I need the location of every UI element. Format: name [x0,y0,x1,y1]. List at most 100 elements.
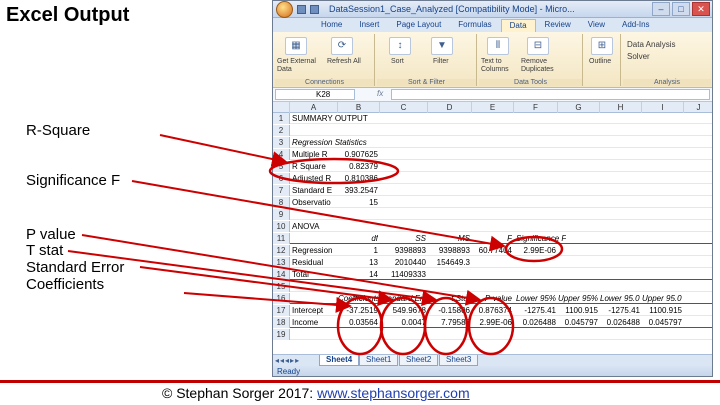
sheet-tab-sheet4[interactable]: Sheet4 [319,355,360,366]
cell[interactable]: Total [292,269,336,280]
cell[interactable]: 0.026488 [600,317,640,328]
cell[interactable]: 154649.3 [428,257,470,268]
cell[interactable]: SS [380,233,426,244]
cell[interactable]: 0.045797 [558,317,598,328]
cell[interactable]: Intercept [292,305,336,316]
spreadsheet-grid[interactable]: A B C D E F G H I J 1 SUMMARY OUTPUT 2 3R… [273,102,712,354]
row-number[interactable]: 8 [273,197,290,208]
row-number[interactable]: 18 [273,317,290,328]
column-header[interactable]: G [558,102,600,113]
cell[interactable]: Observatio [292,197,336,208]
cell[interactable]: 1 [338,245,378,256]
cell[interactable]: 0.907625 [338,149,378,160]
cell[interactable]: 2.99E-06 [472,317,512,328]
close-button[interactable]: ✕ [692,2,710,16]
tab-review[interactable]: Review [537,19,579,32]
cell[interactable]: Regression [292,245,336,256]
cell[interactable]: 0.0047 [380,317,426,328]
tab-view[interactable]: View [580,19,613,32]
cell[interactable]: Coefficients [338,293,378,304]
row-number[interactable]: 15 [273,281,290,292]
tab-page-layout[interactable]: Page Layout [388,19,449,32]
cell[interactable]: Regression Statistics [292,137,378,148]
row-number[interactable]: 10 [273,221,290,232]
cell[interactable]: R Square [292,161,336,172]
text-to-columns-icon[interactable]: ⫴ [487,37,509,55]
cell[interactable]: 0.82379 [338,161,378,172]
cell[interactable]: MS [428,233,470,244]
row-number[interactable]: 16 [273,293,290,304]
cell[interactable]: 11409333 [380,269,426,280]
cell[interactable]: 1100.915 [642,305,682,316]
tab-home[interactable]: Home [313,19,350,32]
cell[interactable]: 0.026488 [514,317,556,328]
column-header[interactable]: J [684,102,712,113]
row-number[interactable]: 12 [273,245,290,256]
cell[interactable]: P-value [472,293,512,304]
formula-input[interactable] [391,89,710,100]
refresh-all-icon[interactable]: ⟳ [331,37,353,55]
remove-duplicates-label[interactable]: Remove Duplicates [521,58,561,74]
cell[interactable]: -1275.41 [514,305,556,316]
cell[interactable]: 0.876374 [472,305,512,316]
row-number[interactable]: 4 [273,149,290,160]
row-number[interactable]: 3 [273,137,290,148]
cell[interactable]: df [338,233,378,244]
cell[interactable]: -0.15806 [428,305,470,316]
name-box[interactable]: K28 [275,89,355,100]
data-analysis-button[interactable]: Data Analysis [627,40,675,49]
cell[interactable]: 7.79586 [428,317,470,328]
cell[interactable]: 393.2547 [338,185,378,196]
row-number[interactable]: 17 [273,305,290,316]
maximize-button[interactable]: □ [672,2,690,16]
row-number[interactable]: 1 [273,113,290,124]
row-number[interactable]: 2 [273,125,290,136]
fx-icon[interactable]: fx [377,89,383,98]
cell[interactable]: Upper 95% [558,293,598,304]
sort-icon[interactable]: ↕ [389,37,411,55]
cell[interactable]: t Stat [428,293,470,304]
sheet-tab-sheet1[interactable]: Sheet1 [359,355,399,366]
row-number[interactable]: 9 [273,209,290,220]
row-number[interactable]: 13 [273,257,290,268]
column-header[interactable]: F [514,102,558,113]
save-icon[interactable] [297,4,306,14]
cell[interactable]: 15 [338,197,378,208]
cell[interactable]: 13 [338,257,378,268]
cell[interactable]: Upper 95.0% [642,293,682,304]
outline-label[interactable]: Outline [589,58,611,65]
office-button-icon[interactable] [276,1,293,18]
column-header[interactable]: A [290,102,338,113]
outline-icon[interactable]: ⊞ [591,37,613,55]
cell[interactable]: 2.99E-06 [514,245,556,256]
footer-link[interactable]: www.stephansorger.com [317,385,470,401]
row-number[interactable]: 7 [273,185,290,196]
text-to-columns-label[interactable]: Text to Columns [481,58,517,74]
cell[interactable]: Residual [292,257,336,268]
column-header[interactable]: H [600,102,642,113]
tab-data[interactable]: Data [500,19,536,32]
cell[interactable]: Lower 95% [514,293,556,304]
filter-icon[interactable]: ▼ [431,37,453,55]
get-external-data-label[interactable]: Get External Data [277,58,317,74]
cell[interactable]: Multiple R [292,149,336,160]
get-external-data-icon[interactable]: ▦ [285,37,307,55]
tab-insert[interactable]: Insert [351,19,387,32]
cell[interactable]: 0.045797 [642,317,682,328]
column-header[interactable]: C [380,102,428,113]
cell[interactable]: 2010440 [380,257,426,268]
row-number[interactable]: 19 [273,329,290,340]
minimize-button[interactable]: – [652,2,670,16]
filter-label[interactable]: Filter [433,58,449,65]
cell[interactable]: Standard Error [380,293,426,304]
cell[interactable]: Adjusted R [292,173,336,184]
cell[interactable]: 0.03564 [338,317,378,328]
select-all-corner[interactable] [273,102,290,113]
cell[interactable]: 9398893 [428,245,470,256]
column-header[interactable]: E [472,102,514,113]
solver-button[interactable]: Solver [627,52,650,61]
remove-duplicates-icon[interactable]: ⊟ [527,37,549,55]
column-header[interactable]: D [428,102,472,113]
row-number[interactable]: 5 [273,161,290,172]
cell[interactable]: F [472,233,512,244]
